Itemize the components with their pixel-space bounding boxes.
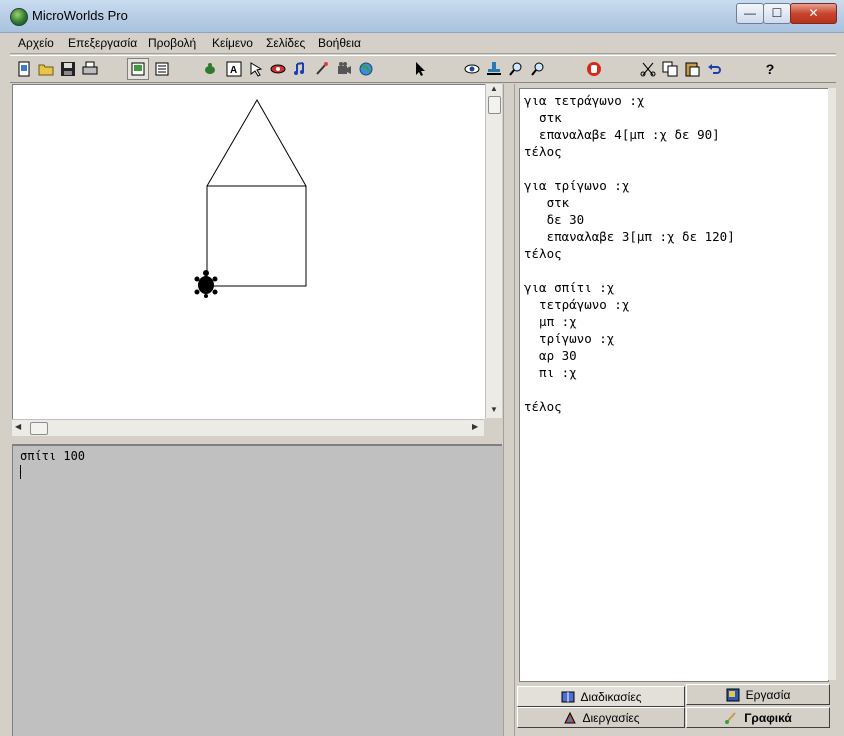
graphics-canvas[interactable] [12,84,485,419]
procedure-line[interactable]: αρ 30 [524,348,577,363]
procedure-line[interactable]: στκ [524,195,570,210]
textbox-icon[interactable]: A [224,59,244,79]
eye-icon[interactable] [462,59,482,79]
tab-processes[interactable]: Διεργασίες [517,707,685,728]
text-view-icon[interactable] [152,59,172,79]
slider-icon[interactable] [268,59,288,79]
help-label: ? [765,61,775,77]
close-button[interactable]: ✕ [790,3,837,24]
minimize-button[interactable]: — [736,3,764,24]
command-line[interactable]: σπίτι 100 [20,449,85,463]
tab-processes-label: Διεργασίες [582,710,640,725]
pointer-icon[interactable] [410,59,430,79]
scroll-up-arrow-icon[interactable]: ▲ [490,85,498,93]
paint-icon[interactable] [312,59,332,79]
music-icon[interactable] [290,59,310,79]
svg-text:A: A [230,65,237,76]
pane-splitter[interactable] [12,436,502,446]
vertical-divider[interactable] [503,84,515,736]
menu-file[interactable]: Αρχείο [18,36,54,50]
command-center[interactable]: σπίτι 100 [12,446,503,736]
scroll-right-arrow-icon[interactable]: ▶ [472,423,478,431]
scroll-corner [485,419,501,435]
procedure-line[interactable]: στκ [524,110,562,125]
title-bar: MicroWorlds Pro — ☐ ✕ [0,0,844,33]
cut-icon[interactable] [638,59,658,79]
procedure-line[interactable]: επαναλαβε 4[μπ :χ δε 90] [524,127,720,142]
tab-procedures[interactable]: Διαδικασίες [517,686,685,707]
save-icon[interactable] [58,59,78,79]
stamp-icon[interactable] [484,59,504,79]
zoom-in-icon[interactable] [506,59,526,79]
turtle[interactable] [194,270,218,298]
video-icon[interactable] [334,59,354,79]
procedures-editor[interactable]: για τετράγωνο :χ στκ επαναλαβε 4[μπ :χ δ… [519,88,829,682]
globe-icon[interactable] [356,59,376,79]
undo-icon[interactable] [704,59,724,79]
tab-procedures-label: Διαδικασίες [580,689,642,704]
project-icon [726,688,740,702]
toolbar: A ? [10,55,836,83]
house-roof [206,98,307,187]
processes-icon [563,711,577,725]
tab-project[interactable]: Εργασία [686,684,830,705]
page-view-icon[interactable] [127,58,149,80]
scroll-left-arrow-icon[interactable]: ◀ [15,423,21,431]
procedure-line[interactable]: τέλος [524,246,562,261]
button-icon[interactable] [246,59,266,79]
tab-graphics-label: Γραφικά [744,710,792,725]
menu-view[interactable]: Προβολή [148,36,196,50]
new-page-icon[interactable] [14,59,34,79]
text-caret [20,465,21,479]
procedure-line[interactable]: για τετράγωνο :χ [524,93,644,108]
procedures-scroll-edge [828,88,836,680]
procedure-line[interactable]: επαναλαβε 3[μπ :χ δε 120] [524,229,735,244]
vertical-scroll-thumb[interactable] [488,96,501,114]
book-icon [561,690,575,704]
procedure-line[interactable]: τρίγωνο :χ [524,331,614,346]
procedure-line[interactable]: για σπίτι :χ [524,280,614,295]
stop-icon[interactable] [584,59,604,79]
procedure-line[interactable]: μπ :χ [524,314,577,329]
maximize-button[interactable]: ☐ [763,3,791,24]
tab-graphics[interactable]: Γραφικά [686,707,830,728]
graphics-horizontal-scrollbar[interactable]: ◀ ▶ [12,419,484,436]
turtle-hatch-icon[interactable] [200,59,220,79]
horizontal-scroll-thumb[interactable] [30,422,48,435]
menu-help[interactable]: Βοήθεια [318,36,361,50]
menu-bar: Αρχείο Επεξεργασία Προβολή Κείμενο Σελίδ… [10,33,836,54]
tab-project-label: Εργασία [745,687,791,702]
scroll-down-arrow-icon[interactable]: ▼ [490,406,498,414]
brush-icon [724,711,738,725]
drawing-svg [194,98,307,298]
paste-icon[interactable] [682,59,702,79]
print-icon[interactable] [80,59,100,79]
procedure-line[interactable]: για τρίγωνο :χ [524,178,629,193]
menu-edit[interactable]: Επεξεργασία [68,36,137,50]
menu-text[interactable]: Κείμενο [212,36,253,50]
procedure-line[interactable]: δε 30 [524,212,585,227]
house-square [206,185,307,287]
zoom-out-icon[interactable] [528,59,548,79]
menu-pages[interactable]: Σελίδες [266,36,305,50]
graphics-vertical-scrollbar[interactable]: ▲ ▼ [485,84,502,418]
help-icon[interactable]: ? [760,59,780,79]
procedure-line[interactable]: τέλος [524,144,562,159]
open-icon[interactable] [36,59,56,79]
copy-icon[interactable] [660,59,680,79]
microworlds-app-icon [10,8,28,26]
procedure-line[interactable]: πι :χ [524,365,577,380]
procedure-line[interactable]: τετράγωνο :χ [524,297,629,312]
procedure-line[interactable]: τέλος [524,399,562,414]
window-title: MicroWorlds Pro [32,8,128,23]
